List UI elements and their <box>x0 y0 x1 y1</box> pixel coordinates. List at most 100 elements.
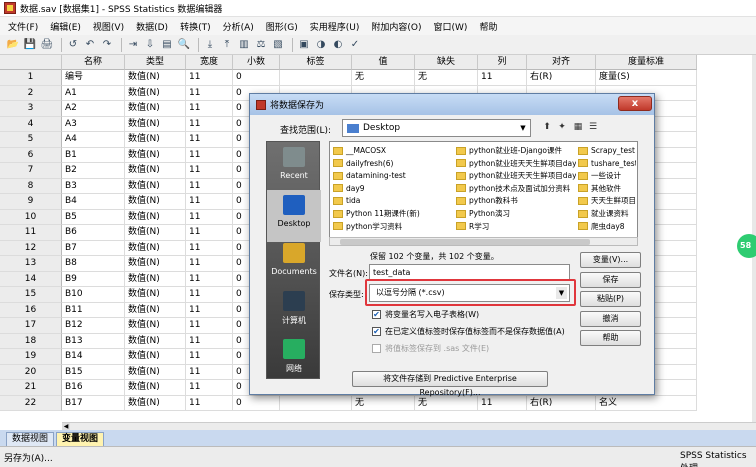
table-cell[interactable]: 数值(N) <box>125 271 186 287</box>
row-number[interactable]: 19 <box>0 349 62 365</box>
table-cell[interactable]: 11 <box>186 287 233 303</box>
file-item[interactable]: 其他软件 <box>578 183 636 194</box>
table-cell[interactable]: 数值(N) <box>125 225 186 241</box>
row-number[interactable]: 7 <box>0 163 62 179</box>
table-cell[interactable]: B14 <box>62 349 125 365</box>
column-header[interactable]: 值 <box>352 55 415 70</box>
row-number[interactable]: 6 <box>0 147 62 163</box>
menu-item-4[interactable]: 转换(T) <box>180 20 211 33</box>
row-number[interactable]: 11 <box>0 225 62 241</box>
place-3[interactable]: 计算机 <box>267 286 321 338</box>
table-cell[interactable]: B10 <box>62 287 125 303</box>
table-cell[interactable]: 数值(N) <box>125 116 186 132</box>
filetype-select[interactable]: 以逗号分隔 (*.csv) ▼ <box>369 284 570 302</box>
table-cell[interactable]: 11 <box>478 70 527 86</box>
table-cell[interactable]: A3 <box>62 116 125 132</box>
table-cell[interactable]: B4 <box>62 194 125 210</box>
row-number[interactable]: 15 <box>0 287 62 303</box>
table-cell[interactable]: 11 <box>186 194 233 210</box>
menu-item-0[interactable]: 文件(F) <box>8 20 38 33</box>
table-cell[interactable]: B2 <box>62 163 125 179</box>
checkbox-icon[interactable]: ✔ <box>372 310 381 319</box>
table-cell[interactable]: 11 <box>186 70 233 86</box>
use-sets-icon[interactable]: ◑ <box>314 38 328 52</box>
file-item[interactable]: Python演习 <box>456 208 576 219</box>
file-item[interactable]: python技术点及面试加分资料 <box>456 183 576 194</box>
file-list-scrollbar[interactable] <box>329 237 638 246</box>
table-cell[interactable]: B6 <box>62 225 125 241</box>
dialog-recall-icon[interactable]: ↺ <box>66 38 80 52</box>
column-header[interactable]: 缺失 <box>415 55 478 70</box>
place-4[interactable]: 网络 <box>267 334 321 386</box>
table-cell[interactable]: B8 <box>62 256 125 272</box>
table-cell[interactable]: B12 <box>62 318 125 334</box>
column-header[interactable]: 小数 <box>233 55 280 70</box>
table-cell[interactable]: 名义 <box>596 395 697 411</box>
file-item[interactable]: python教科书 <box>456 195 576 206</box>
side-badge[interactable]: 58 <box>737 234 756 258</box>
help-button[interactable]: 帮助 <box>580 330 641 346</box>
menu-item-7[interactable]: 实用程序(U) <box>310 20 360 33</box>
row-number[interactable]: 8 <box>0 178 62 194</box>
table-cell[interactable]: 11 <box>186 256 233 272</box>
table-cell[interactable]: B11 <box>62 302 125 318</box>
table-cell[interactable] <box>280 395 352 411</box>
table-cell[interactable] <box>280 70 352 86</box>
chevron-down-icon[interactable]: ▼ <box>518 122 528 134</box>
repository-button[interactable]: 将文件存储到 Predictive Enterprise Repository(… <box>352 371 548 397</box>
save-button[interactable]: 保存 <box>580 272 641 288</box>
table-cell[interactable]: 11 <box>186 178 233 194</box>
table-cell[interactable]: B9 <box>62 271 125 287</box>
column-header[interactable] <box>0 55 62 70</box>
filename-input[interactable]: test_data <box>369 264 570 281</box>
variables-icon[interactable]: ▤ <box>160 38 174 52</box>
row-number[interactable]: 13 <box>0 256 62 272</box>
row-number[interactable]: 22 <box>0 395 62 411</box>
row-number[interactable]: 1 <box>0 70 62 86</box>
table-cell[interactable]: A1 <box>62 85 125 101</box>
menu-item-2[interactable]: 视图(V) <box>93 20 124 33</box>
column-header[interactable]: 标签 <box>280 55 352 70</box>
table-cell[interactable]: 11 <box>186 302 233 318</box>
menu-item-9[interactable]: 窗口(W) <box>434 20 468 33</box>
file-item[interactable]: 就业课资料 <box>578 208 636 219</box>
paste-button[interactable]: 粘贴(P) <box>580 291 641 307</box>
table-cell[interactable]: B16 <box>62 380 125 396</box>
table-cell[interactable]: B17 <box>62 395 125 411</box>
open-icon[interactable]: 📂 <box>6 38 20 52</box>
find-icon[interactable]: 🔍 <box>177 38 191 52</box>
row-number[interactable]: 21 <box>0 380 62 396</box>
menu-item-1[interactable]: 编辑(E) <box>50 20 81 33</box>
table-cell[interactable]: 11 <box>186 163 233 179</box>
menu-item-6[interactable]: 图形(G) <box>266 20 298 33</box>
tab-data-view[interactable]: 数据视图 <box>6 432 55 446</box>
view-details-icon[interactable]: ☰ <box>587 121 599 133</box>
tab-variable-view[interactable]: 变量视图 <box>56 432 105 446</box>
table-cell[interactable]: 右(R) <box>527 395 596 411</box>
select-cases-icon[interactable]: ▧ <box>271 38 285 52</box>
checkbox-icon[interactable]: ✔ <box>372 327 381 336</box>
table-cell[interactable]: 右(R) <box>527 70 596 86</box>
file-item[interactable]: python就业班天天生鲜项目day8 <box>456 158 576 169</box>
menu-item-8[interactable]: 附加内容(O) <box>371 20 421 33</box>
menu-item-10[interactable]: 帮助 <box>479 20 497 33</box>
table-cell[interactable]: 11 <box>478 395 527 411</box>
row-number[interactable]: 2 <box>0 85 62 101</box>
print-icon[interactable]: 🖨 <box>40 38 54 52</box>
file-item[interactable]: R学习 <box>456 221 576 232</box>
table-cell[interactable]: 11 <box>186 318 233 334</box>
file-item[interactable]: dailyfresh(6) <box>333 158 453 169</box>
row-number[interactable]: 16 <box>0 302 62 318</box>
table-cell[interactable]: A4 <box>62 132 125 148</box>
table-cell[interactable]: 无 <box>352 70 415 86</box>
variables-button[interactable]: 变量(V)... <box>580 252 641 268</box>
column-header[interactable]: 名称 <box>62 55 125 70</box>
table-cell[interactable]: 数值(N) <box>125 380 186 396</box>
row-number[interactable]: 9 <box>0 194 62 210</box>
table-cell[interactable]: 0 <box>233 70 280 86</box>
view-list-icon[interactable]: ▦ <box>572 121 584 133</box>
lookin-select[interactable]: Desktop ▼ <box>342 119 531 137</box>
row-number[interactable]: 12 <box>0 240 62 256</box>
redo-icon[interactable]: ↷ <box>100 38 114 52</box>
split-file-icon[interactable]: ▥ <box>237 38 251 52</box>
